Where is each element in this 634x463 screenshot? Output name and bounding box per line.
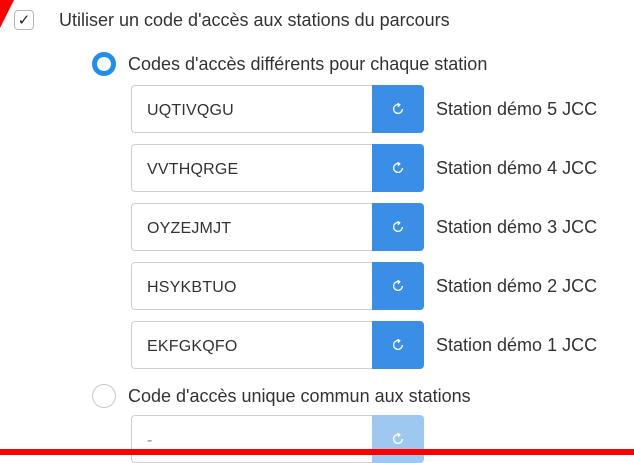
unique-code-input[interactable]: - xyxy=(131,415,372,463)
station-name: Station démo 1 JCC xyxy=(436,334,598,355)
refresh-icon xyxy=(392,161,404,173)
regenerate-code-button[interactable] xyxy=(372,144,424,192)
use-access-code-checkbox[interactable]: ✓ xyxy=(14,10,34,30)
station-code-input[interactable]: VVTHQRGE xyxy=(131,144,372,192)
regenerate-code-button[interactable] xyxy=(372,262,424,310)
refresh-icon xyxy=(392,279,404,291)
refresh-icon xyxy=(392,220,404,232)
different-codes-radio[interactable] xyxy=(92,52,116,76)
unique-code-row: - xyxy=(131,415,424,463)
station-code-row: UQTIVQGU Station démo 5 JCC xyxy=(131,85,597,133)
station-code-row: HSYKBTUO Station démo 2 JCC xyxy=(131,262,597,310)
regenerate-code-button[interactable] xyxy=(372,203,424,251)
station-code-input[interactable]: EKFGKQFO xyxy=(131,321,372,369)
red-highlight-border xyxy=(0,449,634,455)
red-highlight-corner xyxy=(0,0,14,28)
refresh-icon xyxy=(392,432,404,444)
station-code-row: EKFGKQFO Station démo 1 JCC xyxy=(131,321,597,369)
station-name: Station démo 4 JCC xyxy=(436,157,598,178)
refresh-icon xyxy=(392,102,404,114)
regenerate-code-button[interactable] xyxy=(372,321,424,369)
different-codes-label: Codes d'accès différents pour chaque sta… xyxy=(128,53,488,74)
station-name: Station démo 2 JCC xyxy=(436,275,598,296)
unique-code-radio[interactable] xyxy=(92,384,116,408)
unique-code-option[interactable]: Code d'accès unique commun aux stations xyxy=(92,384,471,408)
different-codes-option[interactable]: Codes d'accès différents pour chaque sta… xyxy=(92,52,487,76)
station-code-row: OYZEJMJT Station démo 3 JCC xyxy=(131,203,597,251)
use-access-code-label: Utiliser un code d'accès aux stations du… xyxy=(59,9,450,30)
station-code-input[interactable]: UQTIVQGU xyxy=(131,85,372,133)
station-code-input[interactable]: HSYKBTUO xyxy=(131,262,372,310)
use-access-code-option[interactable]: ✓ Utiliser un code d'accès aux stations … xyxy=(14,8,450,32)
check-icon: ✓ xyxy=(17,11,31,29)
station-code-row: VVTHQRGE Station démo 4 JCC xyxy=(131,144,597,192)
unique-code-label: Code d'accès unique commun aux stations xyxy=(128,385,471,406)
station-name: Station démo 5 JCC xyxy=(436,98,598,119)
regenerate-code-button[interactable] xyxy=(372,85,424,133)
regenerate-unique-code-button[interactable] xyxy=(372,415,424,463)
refresh-icon xyxy=(392,338,404,350)
station-name: Station démo 3 JCC xyxy=(436,216,598,237)
station-code-input[interactable]: OYZEJMJT xyxy=(131,203,372,251)
